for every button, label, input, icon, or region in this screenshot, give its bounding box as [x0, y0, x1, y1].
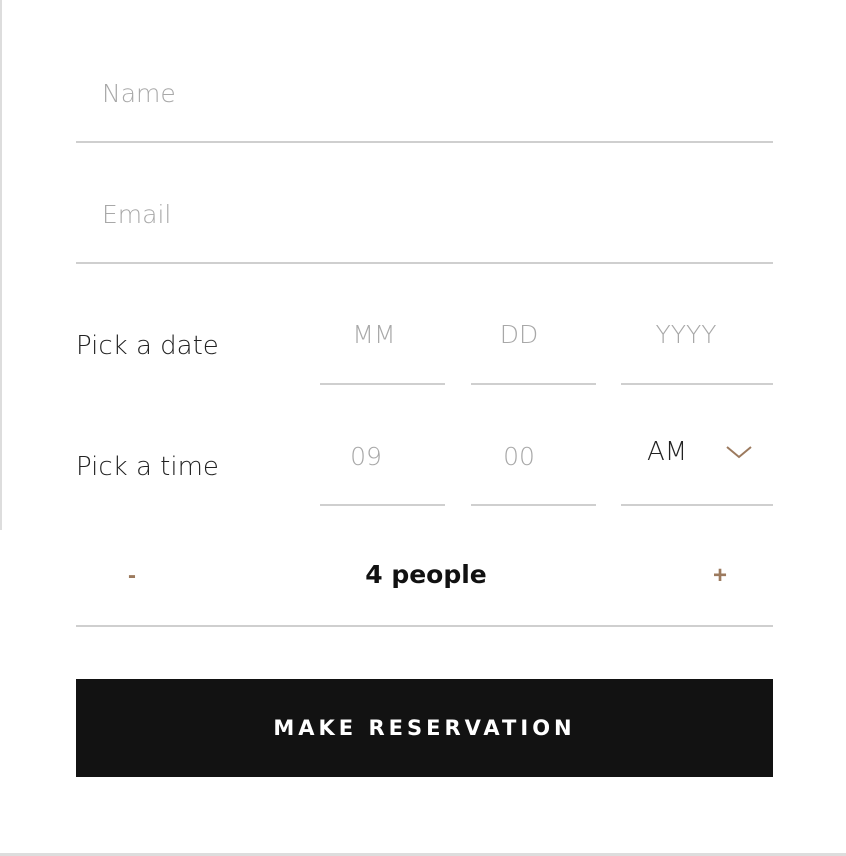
- people-underline: [76, 625, 773, 627]
- date-label: Pick a date: [76, 331, 219, 361]
- period-underline: [621, 504, 773, 506]
- people-count: 4 people: [365, 560, 487, 589]
- period-select[interactable]: AM: [621, 432, 773, 480]
- year-input[interactable]: [621, 315, 751, 353]
- year-underline: [621, 383, 773, 385]
- email-input[interactable]: [102, 195, 762, 233]
- email-underline: [76, 262, 773, 264]
- frame-border-left: [0, 0, 2, 530]
- decrement-people-button[interactable]: -: [124, 562, 140, 590]
- period-value: AM: [647, 437, 688, 467]
- make-reservation-button[interactable]: MAKE RESERVATION: [76, 679, 773, 777]
- minute-input[interactable]: [471, 437, 567, 475]
- name-input[interactable]: [102, 74, 762, 112]
- hour-underline: [320, 504, 445, 506]
- time-label: Pick a time: [76, 452, 219, 482]
- month-input[interactable]: [320, 315, 428, 353]
- hour-input[interactable]: [320, 437, 412, 475]
- name-underline: [76, 141, 773, 143]
- increment-people-button[interactable]: +: [710, 562, 730, 590]
- day-underline: [471, 383, 596, 385]
- minute-underline: [471, 504, 596, 506]
- day-input[interactable]: [471, 315, 567, 353]
- month-underline: [320, 383, 445, 385]
- chevron-down-icon: [725, 444, 753, 464]
